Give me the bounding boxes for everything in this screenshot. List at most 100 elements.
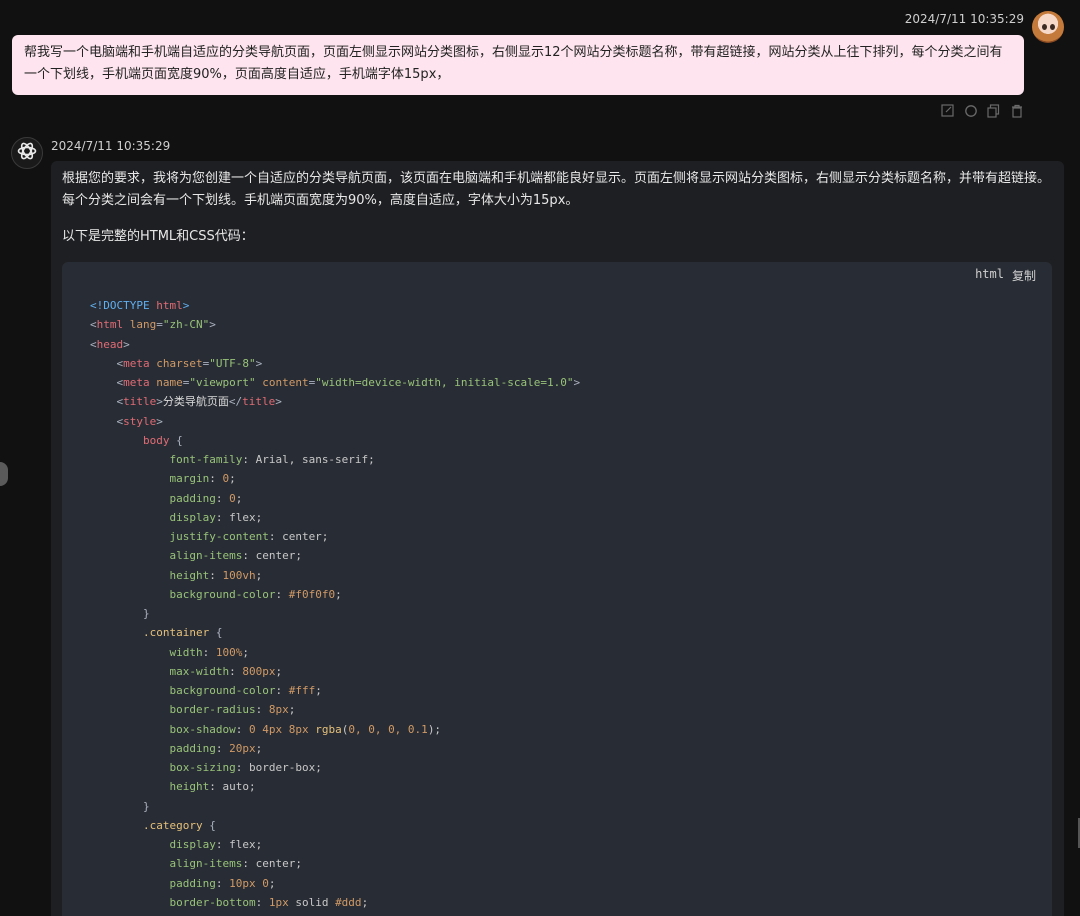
code-block: html 复制 <!DOCTYPE html> <html lang="zh-CN… xyxy=(62,262,1052,916)
code-token: background-color xyxy=(169,684,276,697)
code-token: 0 xyxy=(229,491,236,505)
code-token: > xyxy=(255,356,263,370)
code-token: charset xyxy=(149,356,203,370)
code-token: width xyxy=(169,645,203,659)
code-token: : flex; xyxy=(215,510,263,524)
delete-icon[interactable] xyxy=(1009,103,1024,118)
code-token: : center; xyxy=(242,549,302,563)
code-line: justify-content: center; xyxy=(90,527,580,546)
code-token: < xyxy=(90,414,124,428)
code-token: border-bottom xyxy=(169,895,256,909)
code-token: title xyxy=(242,395,276,409)
code-token: = xyxy=(156,318,163,332)
regenerate-icon[interactable] xyxy=(963,103,978,118)
code-token: margin xyxy=(169,472,210,486)
sidebar-toggle-handle[interactable] xyxy=(0,462,8,486)
code-line: display: flex; xyxy=(90,508,580,527)
code-line: .container { xyxy=(90,623,580,642)
user-message-timestamp: 2024/7/11 10:35:29 xyxy=(904,12,1024,26)
code-token: > xyxy=(182,299,190,312)
code-token: font-family xyxy=(169,453,243,466)
code-token: head xyxy=(96,337,124,351)
code-token: ; xyxy=(255,568,263,582)
code-token: : flex; xyxy=(215,838,263,851)
code-token: < xyxy=(90,356,124,370)
code-line: font-family: Arial, sans-serif; xyxy=(90,450,580,469)
code-line: border-bottom: 1px solid #ddd; xyxy=(90,893,580,912)
code-token: content xyxy=(255,376,309,389)
code-line: <!DOCTYPE html> xyxy=(90,296,580,315)
code-token: > xyxy=(156,395,163,409)
code-token: align-items xyxy=(169,857,243,871)
code-line: padding: 20px; xyxy=(90,739,580,758)
code-token: style xyxy=(123,414,157,428)
code-token: padding xyxy=(169,741,216,755)
code-line: <html lang="zh-CN"> xyxy=(90,315,580,334)
code-token: <!DOCTYPE xyxy=(90,299,157,312)
copy-code-button[interactable]: 复制 xyxy=(1012,267,1036,284)
code-token: box-shadow xyxy=(169,722,236,736)
code-token: : xyxy=(275,684,289,697)
user-message-actions xyxy=(940,103,1024,118)
code-token: #f0f0f0 xyxy=(288,587,336,601)
code-token: < xyxy=(90,395,124,409)
code-line: align-items: center; xyxy=(90,854,580,873)
code-line: display: flex; xyxy=(90,835,580,854)
code-token: : xyxy=(202,645,216,659)
code-token: "viewport" xyxy=(189,376,256,389)
chat-page: 2024/7/11 10:35:29 帮我写一个电脑端和手机端自适应的分类导航页… xyxy=(0,0,1080,916)
code-token: "width=device-width, initial-scale=1.0" xyxy=(315,376,574,389)
copy-icon[interactable] xyxy=(986,103,1001,118)
code-token: < xyxy=(90,318,97,332)
user-avatar xyxy=(1032,11,1064,43)
code-line: height: auto; xyxy=(90,777,580,796)
code-token: : xyxy=(215,741,230,755)
code-token: { xyxy=(209,626,223,640)
code-token: > xyxy=(209,318,216,332)
code-token: lang xyxy=(123,318,157,332)
edit-icon[interactable] xyxy=(940,103,955,118)
code-line: } xyxy=(90,604,580,623)
code-token: : auto; xyxy=(209,780,256,794)
assistant-avatar xyxy=(11,137,43,169)
code-language-label: html xyxy=(975,267,1004,281)
code-token: 800px xyxy=(242,664,276,678)
code-token: 分类导航页面 xyxy=(162,395,229,409)
code-token: 0, 0, 0, 0.1 xyxy=(348,722,428,736)
code-token: ; xyxy=(361,895,369,909)
assistant-message-timestamp: 2024/7/11 10:35:29 xyxy=(51,139,171,153)
code-line: } xyxy=(90,797,580,816)
code-block-header: html 复制 xyxy=(975,267,1036,284)
code-token: ; xyxy=(275,664,283,678)
code-token: < xyxy=(90,376,124,389)
code-token: max-width xyxy=(169,664,230,678)
code-line: <style> xyxy=(90,412,580,431)
code-line: <title>分类导航页面</title> xyxy=(90,392,580,411)
code-line: padding: 10px 0; xyxy=(90,874,580,893)
code-token: </ xyxy=(228,395,243,409)
code-line: <meta name="viewport" content="width=dev… xyxy=(90,373,580,392)
code-token: meta xyxy=(123,376,150,389)
code-token: > xyxy=(123,337,130,351)
code-token: : xyxy=(209,568,223,582)
code-token: 20px xyxy=(229,741,256,755)
code-token: ; xyxy=(268,876,276,890)
code-token: } xyxy=(90,607,150,620)
code-token: 0 4px 8px xyxy=(248,722,316,736)
code-line: height: 100vh; xyxy=(90,566,580,585)
code-line: box-shadow: 0 4px 8px rgba(0, 0, 0, 0.1)… xyxy=(90,720,580,739)
